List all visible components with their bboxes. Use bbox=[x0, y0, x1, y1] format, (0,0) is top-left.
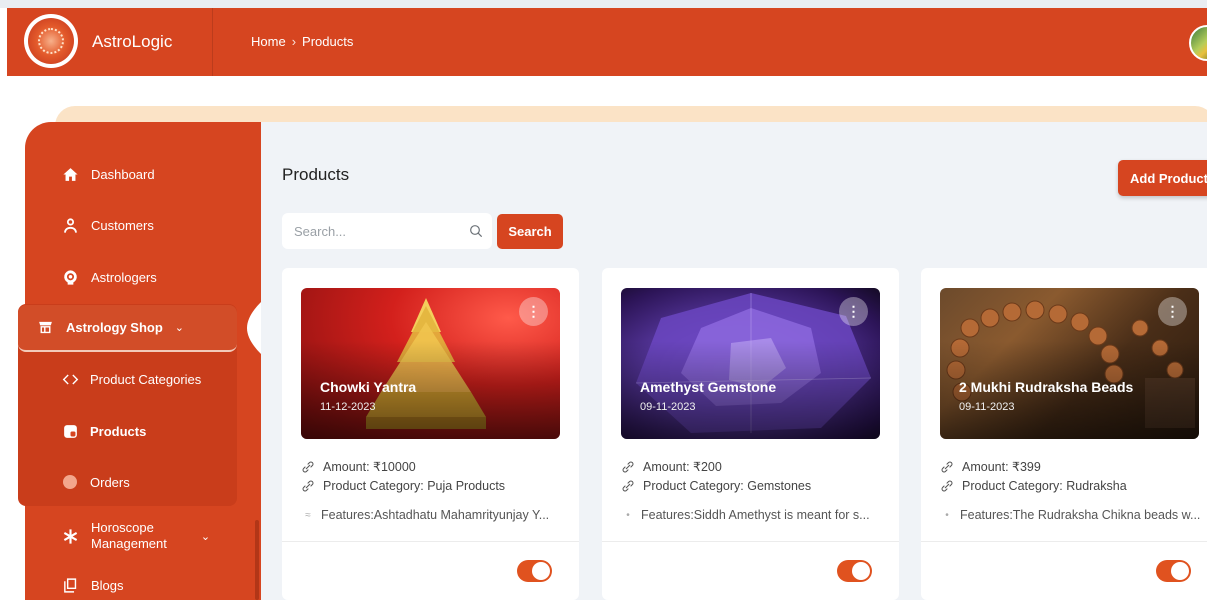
categories-icon bbox=[60, 368, 80, 390]
product-image[interactable]: ⋮ Amethyst Gemstone 09-11-2023 bbox=[621, 288, 880, 439]
orders-icon bbox=[60, 471, 80, 493]
horoscope-label: Horoscope Management bbox=[91, 520, 167, 552]
logo-ring bbox=[38, 28, 64, 54]
submenu-item-label: Products bbox=[90, 423, 147, 439]
sidebar-item-label: Astrologers bbox=[91, 269, 157, 285]
breadcrumb-separator-icon: › bbox=[291, 34, 297, 49]
product-image[interactable]: ⋮ 2 Mukhi Rudraksha Beads 09-11-2023 bbox=[940, 288, 1199, 439]
search-box bbox=[282, 213, 492, 249]
product-category-text: Product Category: Puja Products bbox=[323, 479, 506, 493]
search-input[interactable] bbox=[294, 213, 454, 249]
breadcrumb-current: Products bbox=[302, 34, 354, 49]
link-icon bbox=[622, 480, 634, 492]
submenu-item-orders[interactable]: Orders bbox=[60, 465, 130, 499]
sidebar-item-label: Blogs bbox=[91, 577, 124, 593]
link-icon bbox=[302, 461, 314, 472]
shop-icon bbox=[34, 317, 56, 339]
add-product-button[interactable]: Add Product bbox=[1118, 160, 1207, 196]
more-options-icon[interactable]: ⋮ bbox=[839, 297, 868, 326]
product-category-text: Product Category: Rudraksha bbox=[962, 479, 1127, 493]
product-category: Product Category: Puja Products bbox=[301, 479, 505, 493]
product-card: ⋮ Amethyst Gemstone 09-11-2023 Amount: ₹… bbox=[602, 268, 899, 600]
top-navbar: AstroLogic Home › Products bbox=[7, 8, 1207, 76]
horoscope-label-line1: Horoscope bbox=[91, 520, 154, 535]
chevron-down-icon: ⌄ bbox=[174, 322, 184, 334]
product-card: ⋮ Chowki Yantra 11-12-2023 Amount: ₹1000… bbox=[282, 268, 579, 600]
product-status-toggle[interactable] bbox=[837, 560, 872, 582]
product-amount-text: Amount: ₹10000 bbox=[323, 460, 416, 474]
more-options-icon[interactable]: ⋮ bbox=[519, 297, 548, 326]
logo bbox=[24, 14, 78, 68]
product-features: ≈ Features:Ashtadhatu Mahamrityunjay Y..… bbox=[301, 508, 563, 522]
product-status-toggle[interactable] bbox=[517, 560, 552, 582]
sidebar-scrollbar[interactable] bbox=[255, 520, 259, 600]
product-features: • Features:The Rudraksha Chikna beads w.… bbox=[940, 508, 1202, 522]
sidebar-item-label: Astrology Shop bbox=[66, 320, 163, 335]
top-strip bbox=[0, 0, 1207, 8]
product-date: 11-12-2023 bbox=[320, 401, 376, 413]
chevron-down-icon: ⌄ bbox=[200, 530, 211, 543]
product-category: Product Category: Gemstones bbox=[621, 479, 811, 493]
card-divider bbox=[921, 541, 1207, 542]
astrologer-icon bbox=[59, 266, 81, 288]
bullet-icon: • bbox=[945, 509, 949, 521]
sidebar-item-label: Customers bbox=[91, 217, 154, 233]
product-name: Amethyst Gemstone bbox=[640, 379, 777, 395]
product-amount: Amount: ₹200 bbox=[621, 459, 722, 474]
link-icon bbox=[941, 461, 953, 472]
submenu-item-label: Product Categories bbox=[90, 371, 202, 387]
product-features-text: Features:Siddh Amethyst is meant for s..… bbox=[641, 508, 870, 522]
active-notch bbox=[247, 302, 261, 354]
product-name: 2 Mukhi Rudraksha Beads bbox=[959, 379, 1134, 395]
product-features-text: Features:The Rudraksha Chikna beads w... bbox=[960, 508, 1201, 522]
product-amount-text: Amount: ₹200 bbox=[643, 460, 722, 474]
submenu-item-products[interactable]: Products bbox=[60, 414, 146, 448]
product-features-text: Features:Ashtadhatu Mahamrityunjay Y... bbox=[321, 508, 550, 522]
product-features: • Features:Siddh Amethyst is meant for s… bbox=[621, 508, 883, 522]
submenu-item-product-categories[interactable]: Product Categories bbox=[60, 362, 201, 396]
card-divider bbox=[282, 541, 579, 542]
sidebar-item-astrology-shop[interactable]: Astrology Shop ⌄ bbox=[18, 305, 237, 352]
sidebar-item-blogs[interactable]: Blogs bbox=[59, 565, 124, 600]
sidebar-item-astrologers[interactable]: Astrologers bbox=[59, 257, 157, 297]
user-avatar[interactable] bbox=[1189, 25, 1207, 61]
product-status-toggle[interactable] bbox=[1156, 560, 1191, 582]
search-icon[interactable] bbox=[468, 223, 484, 239]
brand[interactable]: AstroLogic bbox=[7, 8, 213, 76]
page-title: Products bbox=[282, 165, 350, 184]
link-icon bbox=[302, 480, 314, 492]
breadcrumb: Home › Products bbox=[251, 34, 353, 49]
product-name: Chowki Yantra bbox=[320, 379, 417, 395]
sidebar-item-customers[interactable]: Customers bbox=[59, 205, 154, 245]
sidebar-item-dashboard[interactable]: Dashboard bbox=[59, 154, 155, 194]
sidebar-item-label: Dashboard bbox=[91, 166, 155, 182]
product-amount: Amount: ₹10000 bbox=[301, 459, 416, 474]
more-options-icon[interactable]: ⋮ bbox=[1158, 297, 1187, 326]
card-divider bbox=[602, 541, 899, 542]
home-icon bbox=[59, 163, 81, 185]
link-icon bbox=[941, 480, 953, 492]
sidebar-item-horoscope-management[interactable]: Horoscope Management ⌄ bbox=[59, 514, 210, 558]
products-icon bbox=[60, 420, 80, 442]
breadcrumb-home[interactable]: Home bbox=[251, 34, 286, 49]
logo-mandala bbox=[28, 18, 74, 64]
horoscope-label-line2: Management bbox=[91, 536, 167, 551]
product-category: Product Category: Rudraksha bbox=[940, 479, 1127, 493]
search-button[interactable]: Search bbox=[497, 214, 563, 249]
product-amount-text: Amount: ₹399 bbox=[962, 460, 1041, 474]
app-name: AstroLogic bbox=[92, 32, 173, 51]
user-icon bbox=[59, 214, 81, 236]
product-date: 09-11-2023 bbox=[959, 401, 1015, 413]
product-amount: Amount: ₹399 bbox=[940, 459, 1041, 474]
product-date: 09-11-2023 bbox=[640, 401, 696, 413]
blogs-icon bbox=[59, 574, 81, 596]
bullet-icon: • bbox=[626, 509, 630, 521]
link-icon bbox=[622, 461, 634, 472]
product-image[interactable]: ⋮ Chowki Yantra 11-12-2023 bbox=[301, 288, 560, 439]
product-category-text: Product Category: Gemstones bbox=[643, 479, 812, 493]
layers-icon: ≈ bbox=[305, 509, 311, 521]
asterisk-icon bbox=[59, 525, 81, 547]
submenu-item-label: Orders bbox=[90, 474, 130, 490]
product-card: ⋮ 2 Mukhi Rudraksha Beads 09-11-2023 Amo… bbox=[921, 268, 1207, 600]
